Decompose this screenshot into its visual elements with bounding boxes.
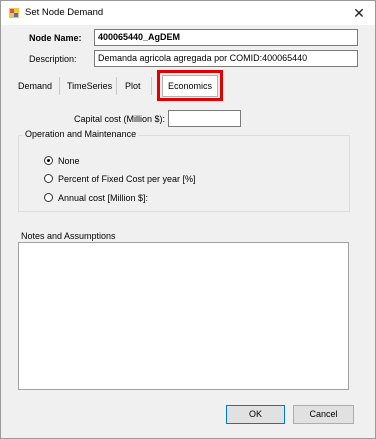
- node-name-field[interactable]: 400065440_AgDEM: [94, 29, 358, 46]
- om-group-title: Operation and Maintenance: [23, 129, 139, 139]
- tab-timeseries[interactable]: TimeSeries: [67, 79, 112, 93]
- radio-annual-cost-label: Annual cost [Million $]:: [58, 193, 149, 203]
- window-title: Set Node Demand: [25, 7, 104, 18]
- tab-separator: [116, 77, 117, 95]
- node-name-label: Node Name:: [29, 33, 82, 43]
- capital-cost-label: Capital cost (Million $):: [74, 114, 166, 124]
- radio-annual-cost[interactable]: [44, 193, 53, 202]
- tab-demand[interactable]: Demand: [18, 79, 52, 93]
- close-icon[interactable]: ✕: [351, 5, 367, 21]
- tab-separator: [151, 77, 152, 95]
- radio-none[interactable]: [44, 156, 53, 165]
- tab-plot[interactable]: Plot: [125, 79, 141, 93]
- title-bar: Set Node Demand ✕: [1, 1, 375, 25]
- tab-highlight-box: [157, 70, 223, 101]
- notes-textarea[interactable]: [18, 242, 349, 390]
- tab-separator: [59, 77, 60, 95]
- radio-percent-fixed-cost-label: Percent of Fixed Cost per year [%]: [58, 174, 196, 184]
- description-label: Description:: [29, 54, 77, 64]
- radio-none-label: None: [58, 156, 80, 166]
- ok-button[interactable]: OK: [226, 405, 285, 424]
- set-node-demand-dialog: Set Node Demand ✕ Node Name: 400065440_A…: [0, 0, 376, 439]
- radio-percent-fixed-cost[interactable]: [44, 174, 53, 183]
- capital-cost-input[interactable]: [168, 110, 241, 127]
- cancel-button[interactable]: Cancel: [293, 405, 354, 424]
- description-field[interactable]: Demanda agricola agregada por COMID:4000…: [94, 50, 358, 67]
- notes-title: Notes and Assumptions: [21, 231, 116, 241]
- app-icon: [9, 8, 19, 18]
